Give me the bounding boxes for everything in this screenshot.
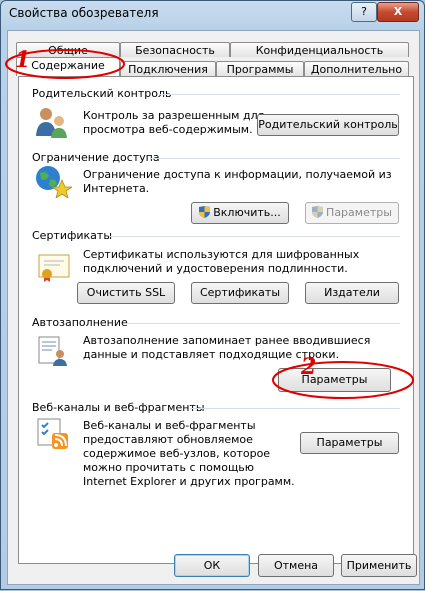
- properties-window: Свойства обозревателя ? X Общие Безопасн…: [0, 0, 425, 590]
- annotation-step-1: 1: [15, 47, 31, 73]
- annotation-step-2: 2: [301, 354, 317, 380]
- annotation-ellipse-button: [272, 361, 414, 399]
- annotation-overlay: [5, 49, 414, 399]
